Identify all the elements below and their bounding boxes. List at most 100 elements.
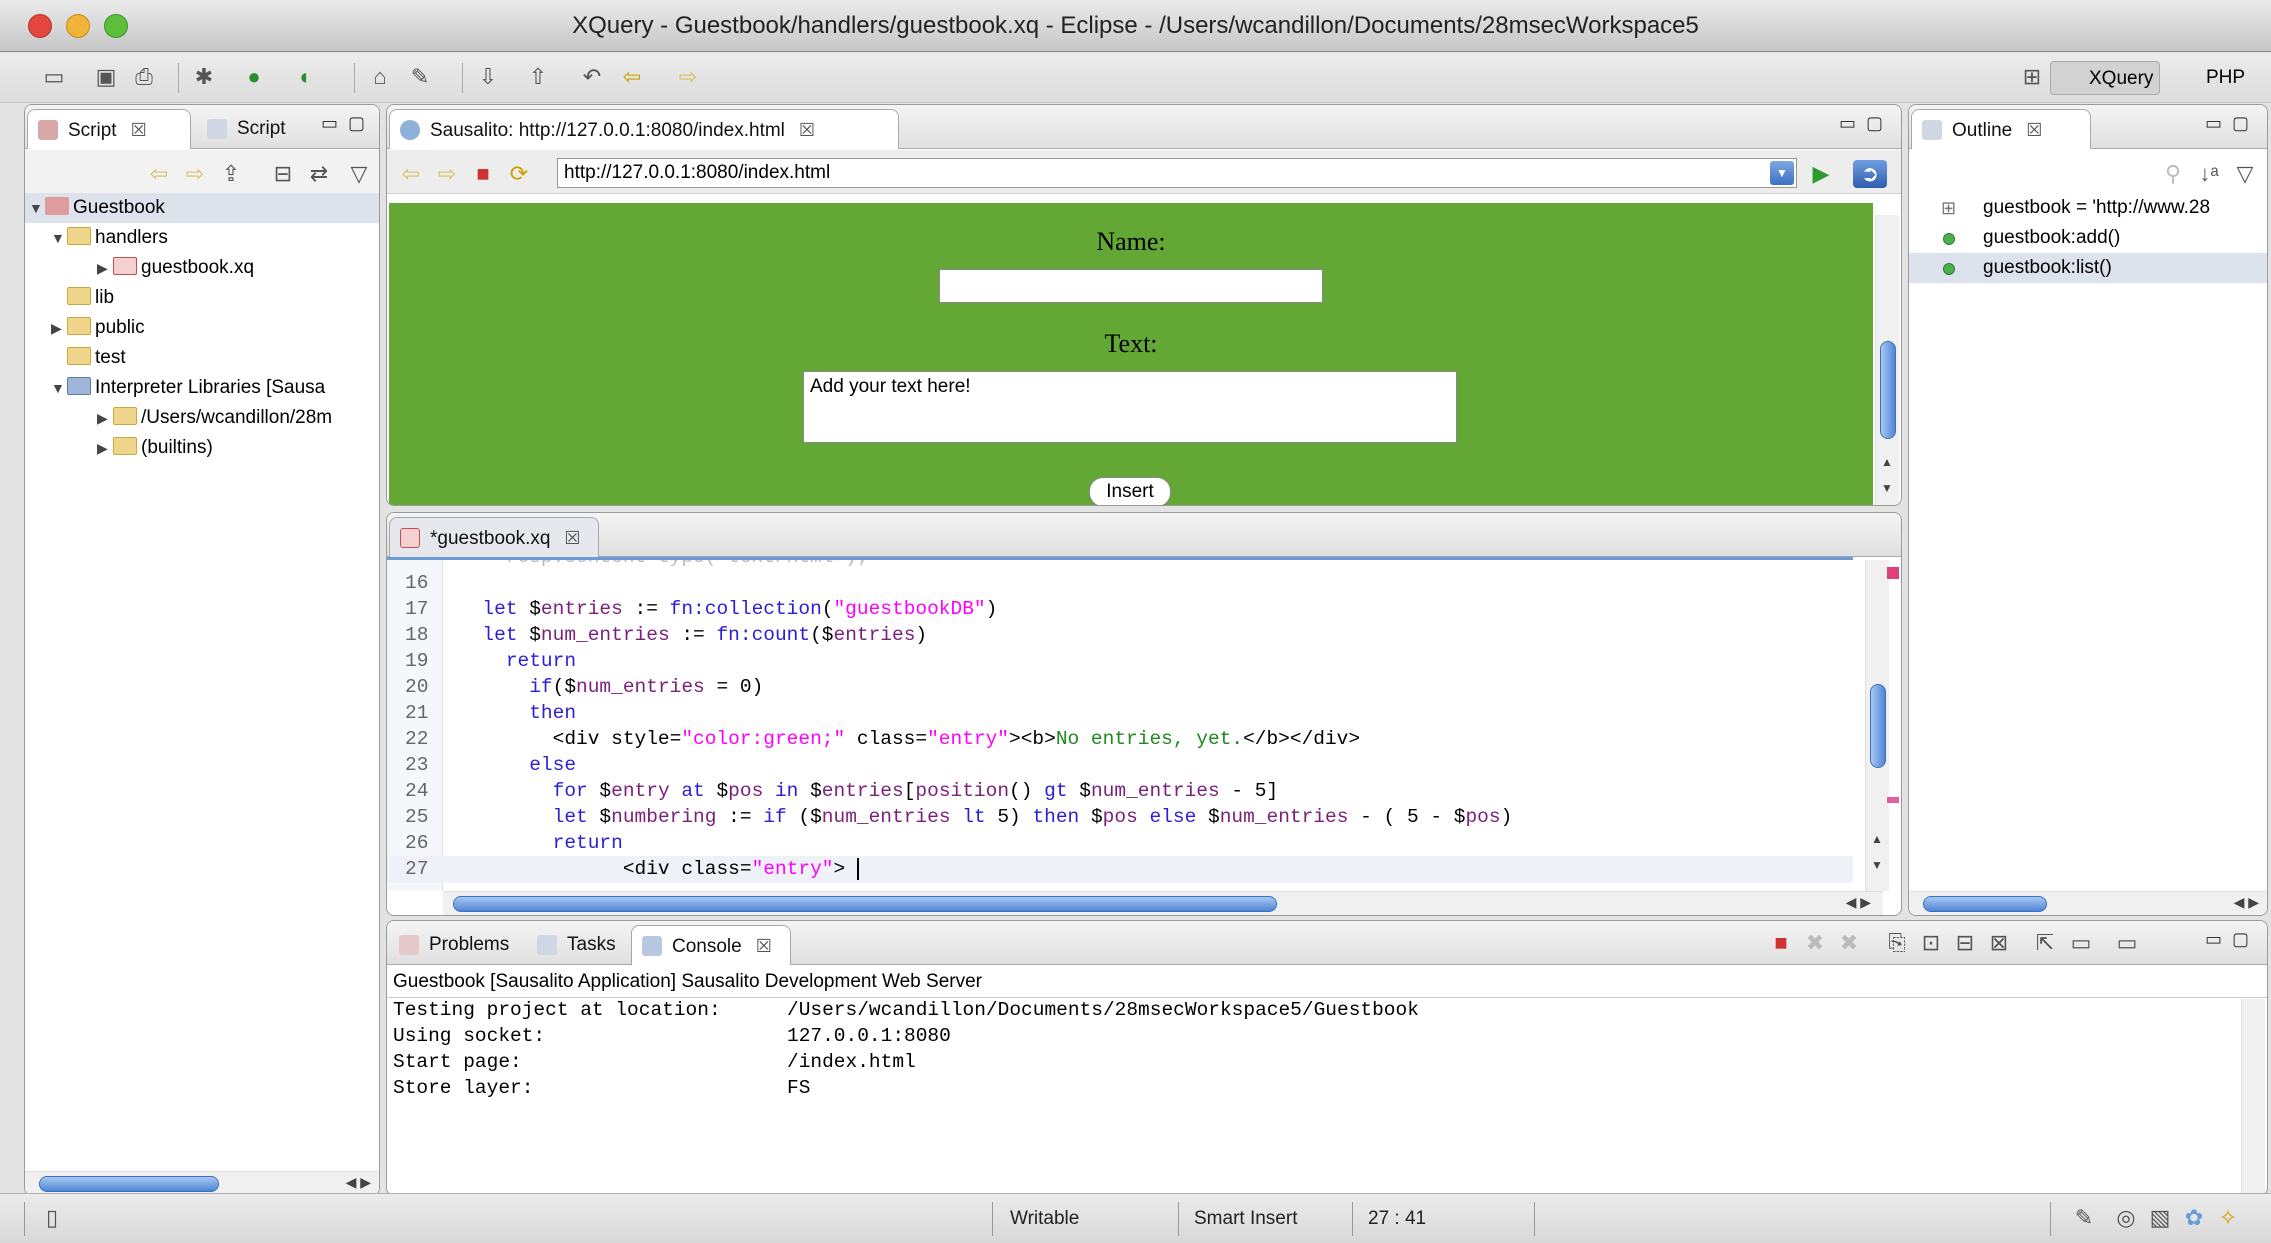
next-annotation-icon[interactable]: ⇩	[474, 63, 502, 91]
scroll-thumb[interactable]	[453, 896, 1277, 912]
forward-arrow-icon[interactable]: ⇨	[433, 160, 461, 188]
print-icon[interactable]: ⎙	[130, 63, 158, 91]
link-editor-icon[interactable]: ⇄	[305, 160, 333, 188]
up-icon[interactable]: ⇪	[217, 160, 245, 188]
perspective-php[interactable]: PHP	[2168, 61, 2251, 95]
view-menu-icon[interactable]: ▽	[345, 160, 373, 188]
close-icon[interactable]: ☒	[799, 110, 815, 150]
insert-button[interactable]: Insert	[1089, 477, 1171, 505]
code-area[interactable]: resp:content-type("text/html"); 16 17 le…	[387, 557, 1853, 891]
tab-browser[interactable]: Sausalito: http://127.0.0.1:8080/index.h…	[389, 109, 899, 149]
name-input[interactable]	[939, 269, 1323, 303]
tab-outline[interactable]: Outline ☒	[1911, 109, 2091, 149]
bulb-icon[interactable]: ◎	[2112, 1204, 2140, 1232]
scroll-thumb[interactable]	[39, 1176, 219, 1192]
debug-icon[interactable]: ✱	[190, 63, 218, 91]
overview-marker-icon[interactable]	[1887, 797, 1899, 803]
scroll-down-icon[interactable]: ▼	[1881, 481, 1893, 495]
scroll-arrows-icon[interactable]: ◀ ▶	[2234, 894, 2259, 911]
text-area[interactable]: Add your text here!	[803, 371, 1457, 443]
last-edit-icon[interactable]: ↶	[578, 63, 606, 91]
star-icon[interactable]: ✧	[2214, 1204, 2242, 1232]
collapse-all-icon[interactable]: ⊟	[269, 160, 297, 188]
external-tools-icon[interactable]: ◐	[292, 63, 320, 91]
tab-script[interactable]: Script	[197, 109, 327, 149]
outline-item-namespace[interactable]: ⊞ guestbook = 'http://www.28	[1909, 193, 2267, 223]
scroll-arrows-icon[interactable]: ◀ ▶	[346, 1174, 371, 1191]
minimize-maximize-icon[interactable]: ▭▢	[2205, 929, 2259, 950]
pin-console-icon[interactable]: ⇱	[2031, 929, 2059, 957]
display-console-icon[interactable]: ▭	[2067, 929, 2095, 957]
open-console-icon[interactable]: ▭	[2113, 929, 2141, 957]
refresh-icon[interactable]: ⟳	[505, 160, 533, 188]
tree-item-handlers[interactable]: ▼ handlers	[25, 223, 168, 253]
open-external-icon[interactable]: ➲	[1853, 160, 1887, 188]
pin-icon[interactable]: ✎	[2070, 1204, 2098, 1232]
tree-item-builtins[interactable]: ▶ (builtins)	[25, 433, 213, 463]
open-folder-icon[interactable]: ⌂	[366, 63, 394, 91]
back-arrow-icon[interactable]: ⇦	[145, 160, 173, 188]
outline-item-list[interactable]: guestbook:list()	[1909, 253, 2267, 283]
scroll-thumb[interactable]	[1923, 896, 2047, 912]
minimize-maximize-icon[interactable]: ▭▢	[1839, 113, 1893, 134]
scroll-thumb[interactable]	[1870, 684, 1886, 768]
console-vertical-scrollbar[interactable]	[2241, 999, 2265, 1195]
overview-marker-icon[interactable]	[1887, 567, 1899, 579]
run-icon[interactable]: ●	[240, 63, 268, 91]
editor-vertical-scrollbar[interactable]: ▲ ▼	[1865, 560, 1889, 891]
scroll-lock-icon[interactable]: ⊡	[1917, 929, 1945, 957]
tree-item-users-path[interactable]: ▶ /Users/wcandillon/28m	[25, 403, 332, 433]
minimize-maximize-icon[interactable]: ▭▢	[321, 113, 375, 134]
back-arrow-icon[interactable]: ⇦	[397, 160, 425, 188]
editor-horizontal-scrollbar[interactable]: ◀ ▶	[443, 891, 1883, 915]
clear-console-icon[interactable]: ⎘	[1883, 929, 1911, 957]
tab-console[interactable]: Console ☒	[631, 925, 791, 965]
close-icon[interactable]: ☒	[756, 926, 772, 966]
save-icon[interactable]: ▣	[92, 63, 120, 91]
outline-horizontal-scrollbar[interactable]: ◀ ▶	[1909, 891, 2267, 915]
close-window-button[interactable]	[28, 14, 52, 38]
terminate-icon[interactable]: ■	[1767, 929, 1795, 957]
perspective-xquery[interactable]: XQuery	[2050, 61, 2161, 95]
minimize-window-button[interactable]	[66, 14, 90, 38]
scroll-up-icon[interactable]: ▲	[1881, 455, 1893, 469]
forward-arrow-icon[interactable]: ⇨	[674, 63, 702, 91]
tab-tasks[interactable]: Tasks	[527, 925, 627, 965]
tree-item-interpreter-libraries[interactable]: ▼ Interpreter Libraries [Sausa	[25, 373, 325, 403]
tab-problems[interactable]: Problems	[389, 925, 523, 965]
previous-annotation-icon[interactable]: ⇧	[524, 63, 552, 91]
open-perspective-icon[interactable]: ⊞	[2018, 63, 2046, 91]
network-icon[interactable]: ✿	[2180, 1204, 2208, 1232]
tree-item-public[interactable]: ▶ public	[25, 313, 145, 343]
wand-icon[interactable]: ✎	[406, 63, 434, 91]
stop-icon[interactable]: ■	[469, 160, 497, 188]
close-icon[interactable]: ☒	[564, 518, 580, 558]
back-arrow-icon[interactable]: ⇦	[618, 63, 646, 91]
scroll-up-icon[interactable]: ▲	[1871, 832, 1883, 846]
horizontal-scrollbar[interactable]: ◀ ▶	[25, 1171, 379, 1195]
new-file-icon[interactable]: ▭	[40, 63, 68, 91]
vertical-scrollbar[interactable]: ▲ ▼	[1875, 215, 1899, 505]
show-on-error-icon[interactable]: ⊠	[1985, 929, 2013, 957]
sort-icon[interactable]: ↓ᵃ	[2195, 160, 2223, 188]
tree-item-lib[interactable]: lib	[25, 283, 114, 313]
remove-launch-icon[interactable]: ✖	[1801, 929, 1829, 957]
image-icon[interactable]: ▧	[2146, 1204, 2174, 1232]
close-icon[interactable]: ☒	[131, 110, 147, 150]
tree-item-guestbook[interactable]: ▼ Guestbook	[25, 193, 379, 223]
dropdown-icon[interactable]: ▼	[1770, 161, 1794, 185]
tree-item-guestbook-xq[interactable]: ▶ guestbook.xq	[25, 253, 254, 283]
scroll-thumb[interactable]	[1880, 341, 1896, 439]
view-menu-icon[interactable]: ▽	[2231, 160, 2259, 188]
tab-guestbook-xq[interactable]: *guestbook.xq ☒	[389, 517, 599, 557]
remove-all-icon[interactable]: ✖	[1835, 929, 1863, 957]
scroll-arrows-icon[interactable]: ◀ ▶	[1846, 894, 1871, 911]
forward-arrow-icon[interactable]: ⇨	[181, 160, 209, 188]
close-icon[interactable]: ☒	[2026, 110, 2042, 150]
show-on-output-icon[interactable]: ⊟	[1951, 929, 1979, 957]
go-icon[interactable]: ▶	[1807, 160, 1835, 188]
tree-item-test[interactable]: test	[25, 343, 126, 373]
hide-fields-icon[interactable]: ⚲	[2159, 160, 2187, 188]
scroll-down-icon[interactable]: ▼	[1871, 858, 1883, 872]
outline-item-add[interactable]: guestbook:add()	[1909, 223, 2267, 253]
